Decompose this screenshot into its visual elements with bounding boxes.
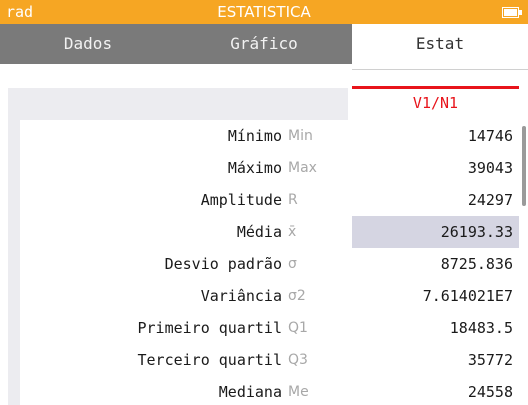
stat-value[interactable]: 14746 (352, 120, 519, 152)
stat-symbol: Q3 (288, 352, 308, 368)
stat-value[interactable]: 8725.836 (352, 248, 519, 280)
stat-symbol: R (288, 192, 298, 208)
stat-name: Média (20, 216, 282, 248)
status-bar: rad ESTATISTICA (0, 0, 528, 24)
stat-row-amplitude[interactable]: Amplitude R 24297 (20, 184, 520, 216)
stat-name: Mediana (20, 376, 282, 405)
tab-grafico[interactable]: Gráfico (176, 24, 352, 64)
stat-symbol: x̄ (288, 224, 297, 240)
stat-symbol: σ (288, 256, 297, 272)
stat-row-terceiro-quartil[interactable]: Terceiro quartil Q3 35772 (20, 344, 520, 376)
tab-bar: Dados Gráfico Estat (0, 24, 528, 70)
stat-row-minimo[interactable]: Mínimo Min 14746 (20, 120, 520, 152)
stat-name: Máximo (20, 152, 282, 184)
stat-row-desvio-padrao[interactable]: Desvio padrão σ 8725.836 (20, 248, 520, 280)
app-title: ESTATISTICA (217, 3, 311, 21)
stat-value[interactable]: 24558 (352, 376, 519, 405)
tab-dados[interactable]: Dados (0, 24, 176, 64)
stat-name: Mínimo (20, 120, 282, 152)
column-header-v1-n1[interactable]: V1/N1 (352, 86, 519, 118)
stat-symbol: σ2 (288, 288, 306, 304)
stat-name: Primeiro quartil (20, 312, 282, 344)
stat-value[interactable]: 39043 (352, 152, 519, 184)
stat-value[interactable]: 26193.33 (352, 216, 519, 248)
stat-row-primeiro-quartil[interactable]: Primeiro quartil Q1 18483.5 (20, 312, 520, 344)
stat-row-maximo[interactable]: Máximo Max 39043 (20, 152, 520, 184)
stats-table: V1/N1 Mínimo Min 14746 Máximo Max 39043 … (0, 70, 528, 405)
stat-value[interactable]: 24297 (352, 184, 519, 216)
stat-value[interactable]: 35772 (352, 344, 519, 376)
tab-estat[interactable]: Estat (352, 24, 528, 70)
stat-name: Amplitude (20, 184, 282, 216)
battery-icon (502, 7, 522, 18)
stat-name: Terceiro quartil (20, 344, 282, 376)
stat-symbol: Max (288, 160, 317, 176)
stat-symbol: Q1 (288, 320, 308, 336)
stat-row-mediana[interactable]: Mediana Me 24558 (20, 376, 520, 405)
stat-name: Variância (20, 280, 282, 312)
stat-symbol: Me (288, 384, 309, 400)
stat-name: Desvio padrão (20, 248, 282, 280)
stat-value[interactable]: 7.614021E7 (352, 280, 519, 312)
stat-row-variancia[interactable]: Variância σ2 7.614021E7 (20, 280, 520, 312)
vertical-scrollbar[interactable] (522, 126, 526, 206)
stat-value[interactable]: 18483.5 (352, 312, 519, 344)
stat-row-media[interactable]: Média x̄ 26193.33 (20, 216, 520, 248)
stat-symbol: Min (288, 128, 313, 144)
